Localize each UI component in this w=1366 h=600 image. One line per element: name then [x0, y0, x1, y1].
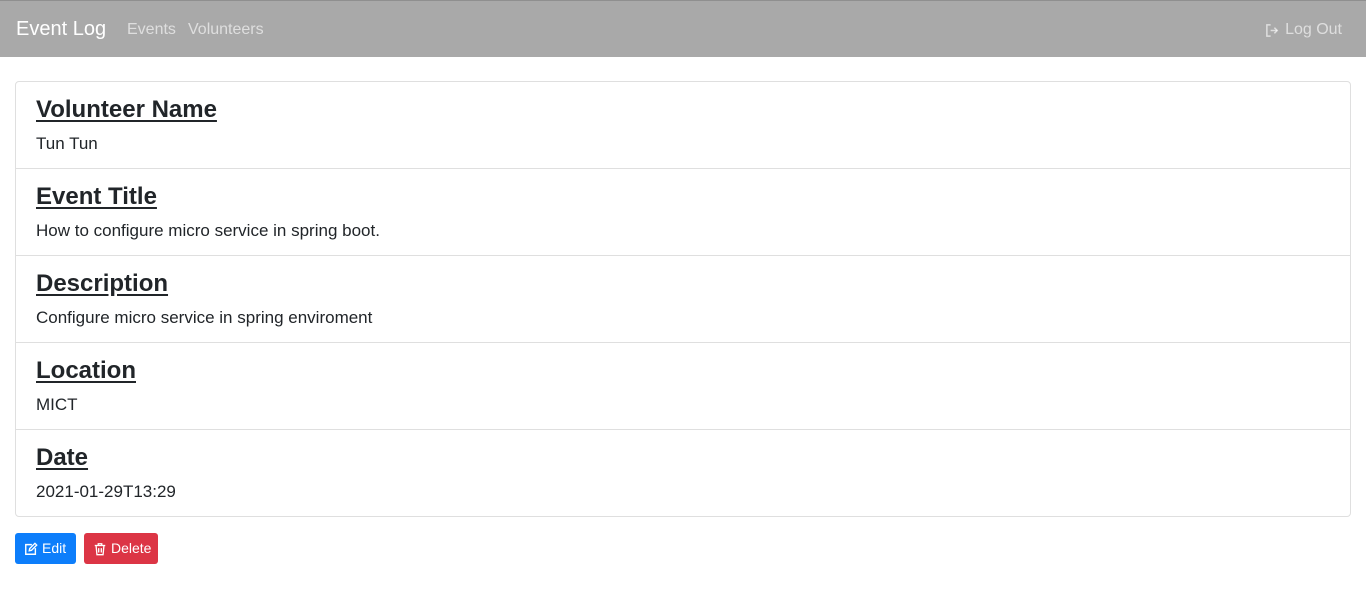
field-title: Volunteer Name — [36, 96, 217, 123]
field-location: Location MICT — [16, 343, 1350, 430]
delete-label: Delete — [111, 540, 152, 556]
nav-link-volunteers[interactable]: Volunteers — [188, 20, 264, 40]
field-volunteer-name: Volunteer Name Tun Tun — [16, 82, 1350, 169]
logout-button[interactable]: Log Out — [1265, 20, 1342, 40]
edit-button[interactable]: Edit — [15, 533, 76, 564]
field-value: Configure micro service in spring enviro… — [36, 308, 373, 327]
logout-label: Log Out — [1285, 21, 1342, 38]
field-description: Description Configure micro service in s… — [16, 256, 1350, 343]
event-detail-card: Volunteer Name Tun Tun Event Title How t… — [15, 81, 1351, 517]
field-value: Tun Tun — [36, 134, 98, 153]
sign-out-icon — [1265, 23, 1280, 38]
field-title: Description — [36, 270, 169, 297]
field-date: Date 2021-01-29T13:29 — [16, 430, 1350, 517]
field-value: How to configure micro service in spring… — [36, 221, 380, 240]
field-value: MICT — [36, 395, 78, 414]
field-event-title: Event Title How to configure micro servi… — [16, 169, 1350, 256]
navbar: Event Log Events Volunteers Log Out — [0, 0, 1366, 57]
nav-link-events[interactable]: Events — [127, 20, 176, 40]
edit-icon — [24, 541, 38, 556]
field-title: Date — [36, 444, 89, 471]
brand-link[interactable]: Event Log — [16, 17, 106, 41]
field-title: Event Title — [36, 183, 157, 210]
edit-label: Edit — [42, 540, 67, 556]
delete-button[interactable]: Delete — [84, 533, 158, 564]
field-value: 2021-01-29T13:29 — [36, 482, 176, 501]
trash-icon — [93, 542, 107, 556]
field-title: Location — [36, 357, 136, 384]
